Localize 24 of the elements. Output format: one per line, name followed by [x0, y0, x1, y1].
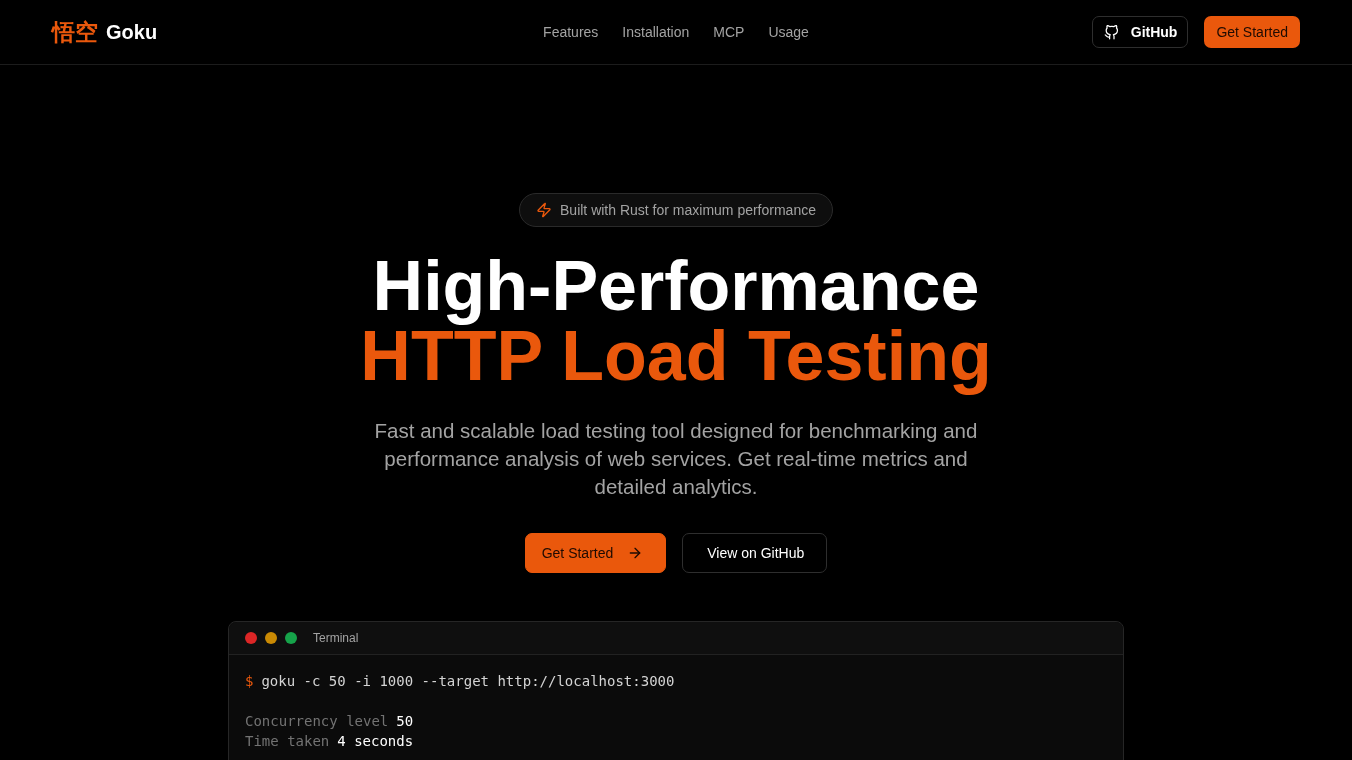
stat-label: Concurrency level — [245, 712, 389, 731]
window-dot-icon — [265, 632, 277, 644]
logo-name[interactable]: Goku — [106, 20, 158, 44]
github-link-button[interactable]: View on GitHub — [682, 533, 828, 573]
prompt-symbol: $ — [245, 672, 254, 691]
nav-link[interactable]: MCP — [713, 24, 745, 40]
terminal-title: Terminal — [313, 631, 359, 645]
github-button[interactable]: GitHub — [1091, 16, 1189, 48]
stat-value: 4 seconds — [337, 732, 414, 751]
terminal-command: goku -c 50 -i 1000 --target http://localhost:3000 — [261, 672, 675, 691]
badge-text: Built with Rust for maximum performance — [560, 202, 816, 218]
window-dot-icon — [245, 632, 257, 644]
stat-label: Time taken — [245, 732, 330, 751]
window-dot-icon — [285, 632, 297, 644]
lightning-icon — [536, 202, 552, 218]
nav-link[interactable]: Usage — [768, 24, 809, 40]
get-started-button[interactable]: Get Started — [1204, 16, 1300, 48]
hero-description: Fast and scalable load testing tool designed for benchmarking and performance analysis of web services. Get real-time metrics and detailed analytics. — [373, 418, 979, 500]
nav-link[interactable]: Features — [543, 24, 599, 40]
stat-value: 50 — [396, 712, 414, 731]
get-started-button[interactable]: Get Started — [524, 533, 667, 573]
github-icon — [1103, 24, 1119, 40]
nav-link[interactable]: Installation — [622, 24, 690, 40]
logo-mark[interactable]: 悟空 — [52, 16, 98, 48]
